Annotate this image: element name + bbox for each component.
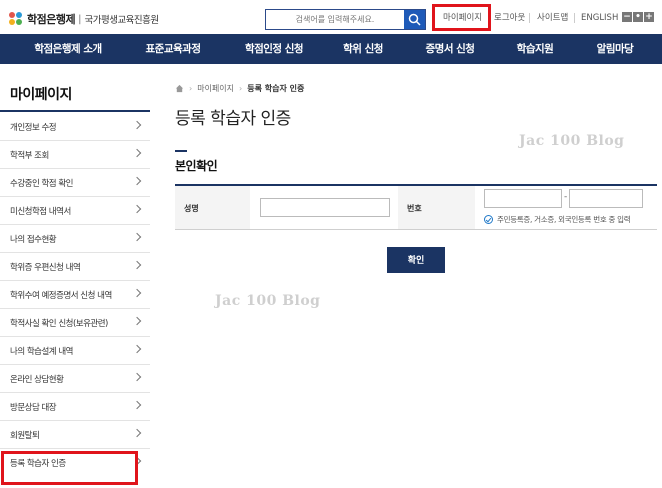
nav-item-credit-apply[interactable]: 학점인정 신청	[232, 34, 316, 64]
chevron-right-icon	[132, 372, 142, 382]
active-item-highlight-box	[1, 451, 138, 485]
sidebar-item-expected-degree-cert[interactable]: 학위수여 예정증명서 신청 내역	[0, 281, 150, 309]
breadcrumb-current: 등록 학습자 인증	[247, 83, 305, 93]
breadcrumb-separator: ›	[189, 83, 193, 93]
sidebar-item-label: 나의 학습설계 내역	[10, 346, 73, 357]
id-number-back-field[interactable]	[569, 189, 643, 208]
sidebar-title: 마이페이지	[10, 87, 72, 103]
chevron-right-icon	[132, 428, 142, 438]
sidebar-item-label: 학위수여 예정증명서 신청 내역	[10, 290, 112, 301]
logo-separator: |	[78, 13, 82, 25]
chevron-right-icon	[132, 344, 142, 354]
section-title: 본인확인	[175, 159, 218, 173]
chevron-right-icon	[132, 148, 142, 158]
logo-org-name: 국가평생교육진흥원	[84, 15, 159, 26]
sidebar-item-label: 학적사실 확인 신청(보유관련)	[10, 318, 108, 329]
logout-link[interactable]: 로그아웃	[494, 11, 525, 25]
main-nav: 학점은행제 소개 표준교육과정 학점인정 신청 학위 신청 증명서 신청 학습지…	[0, 34, 662, 64]
mypage-highlight-box	[432, 4, 491, 31]
sidebar-item-label: 미신청학점 내역서	[10, 206, 71, 217]
check-circle-icon	[484, 215, 493, 224]
search-button[interactable]	[404, 10, 425, 29]
number-label: 번호	[407, 204, 422, 213]
zoom-reset-button[interactable]: •	[633, 12, 643, 22]
zoom-out-button[interactable]: −	[622, 12, 632, 22]
sidebar-item-fact-confirmation[interactable]: 학적사실 확인 신청(보유관련)	[0, 309, 150, 337]
sidebar-item-label: 회원탈퇴	[10, 430, 40, 441]
nav-item-about[interactable]: 학점은행제 소개	[22, 34, 114, 64]
sidebar-item-application-status[interactable]: 나의 접수현황	[0, 225, 150, 253]
sidebar-item-academic-record[interactable]: 학적부 조회	[0, 141, 150, 169]
sidebar-item-current-credits[interactable]: 수강중인 학점 확인	[0, 169, 150, 197]
sidebar-item-label: 방문상담 대장	[10, 402, 57, 413]
top-bar: 학점은행제 | 국가평생교육진흥원 마이페이지 로그아웃 사이트맵 ENGLIS…	[0, 0, 662, 34]
sidebar-item-withdraw[interactable]: 회원탈퇴	[0, 421, 150, 449]
sidebar-item-unapplied-credits[interactable]: 미신청학점 내역서	[0, 197, 150, 225]
nav-item-notice[interactable]: 알림마당	[585, 34, 645, 64]
form-bottom-border	[175, 229, 657, 230]
sidebar-item-diploma-mail[interactable]: 학위증 우편신청 내역	[0, 253, 150, 281]
watermark-text: Jac 100 Blog	[519, 133, 625, 149]
site-logo[interactable]: 학점은행제 | 국가평생교육진흥원	[9, 9, 159, 29]
id-number-hint-text: 주민등록증, 거소증, 외국인등록 번호 중 입력	[497, 215, 631, 224]
chevron-right-icon	[132, 260, 142, 270]
english-link[interactable]: ENGLISH	[581, 11, 618, 25]
id-number-hint: 주민등록증, 거소증, 외국인등록 번호 중 입력	[484, 214, 631, 225]
sidebar-item-online-consult[interactable]: 온라인 상담현황	[0, 365, 150, 393]
sidebar-item-study-plan[interactable]: 나의 학습설계 내역	[0, 337, 150, 365]
nav-item-study-support[interactable]: 학습지원	[505, 34, 565, 64]
nav-item-certificate[interactable]: 증명서 신청	[413, 34, 487, 64]
breadcrumb: › 마이페이지 › 등록 학습자 인증	[175, 82, 304, 94]
nav-item-curriculum[interactable]: 표준교육과정	[133, 34, 213, 64]
name-label: 성명	[184, 204, 199, 213]
chevron-right-icon	[132, 176, 142, 186]
util-divider	[529, 13, 530, 23]
sidebar-item-label: 학위증 우편신청 내역	[10, 262, 81, 273]
chevron-right-icon	[132, 288, 142, 298]
chevron-right-icon	[132, 400, 142, 410]
zoom-in-button[interactable]: +	[644, 12, 654, 22]
name-field[interactable]	[260, 198, 390, 217]
confirm-button[interactable]: 확인	[387, 247, 445, 273]
id-number-separator: -	[564, 192, 568, 202]
id-number-front-field[interactable]	[484, 189, 562, 208]
page-title: 등록 학습자 인증	[175, 109, 291, 129]
sidebar-item-label: 학적부 조회	[10, 150, 49, 161]
sidebar-item-label: 수강중인 학점 확인	[10, 178, 73, 189]
sidebar-title-divider	[0, 110, 150, 112]
chevron-right-icon	[132, 120, 142, 130]
watermark-text: Jac 100 Blog	[215, 293, 321, 309]
nav-item-degree-apply[interactable]: 학위 신청	[333, 34, 393, 64]
breadcrumb-separator: ›	[239, 83, 243, 93]
breadcrumb-item[interactable]: 마이페이지	[197, 83, 234, 94]
sidebar-item-visit-consult[interactable]: 방문상담 대장	[0, 393, 150, 421]
sidebar-item-label: 온라인 상담현황	[10, 374, 64, 385]
sidebar-item-label: 나의 접수현황	[10, 234, 57, 245]
chevron-right-icon	[132, 232, 142, 242]
chevron-right-icon	[132, 204, 142, 214]
sitemap-link[interactable]: 사이트맵	[537, 11, 568, 25]
sidebar-item-label: 개인정보 수정	[10, 122, 57, 133]
chevron-right-icon	[132, 316, 142, 326]
section-title-mark	[175, 150, 187, 152]
search-input[interactable]	[266, 10, 404, 29]
logo-mark-icon	[9, 12, 23, 26]
logo-title: 학점은행제	[27, 13, 76, 26]
util-divider	[574, 13, 575, 23]
home-icon[interactable]	[175, 84, 184, 93]
search-icon	[408, 13, 421, 26]
sidebar-item-edit-profile[interactable]: 개인정보 수정	[0, 113, 150, 141]
search-box	[265, 9, 426, 30]
